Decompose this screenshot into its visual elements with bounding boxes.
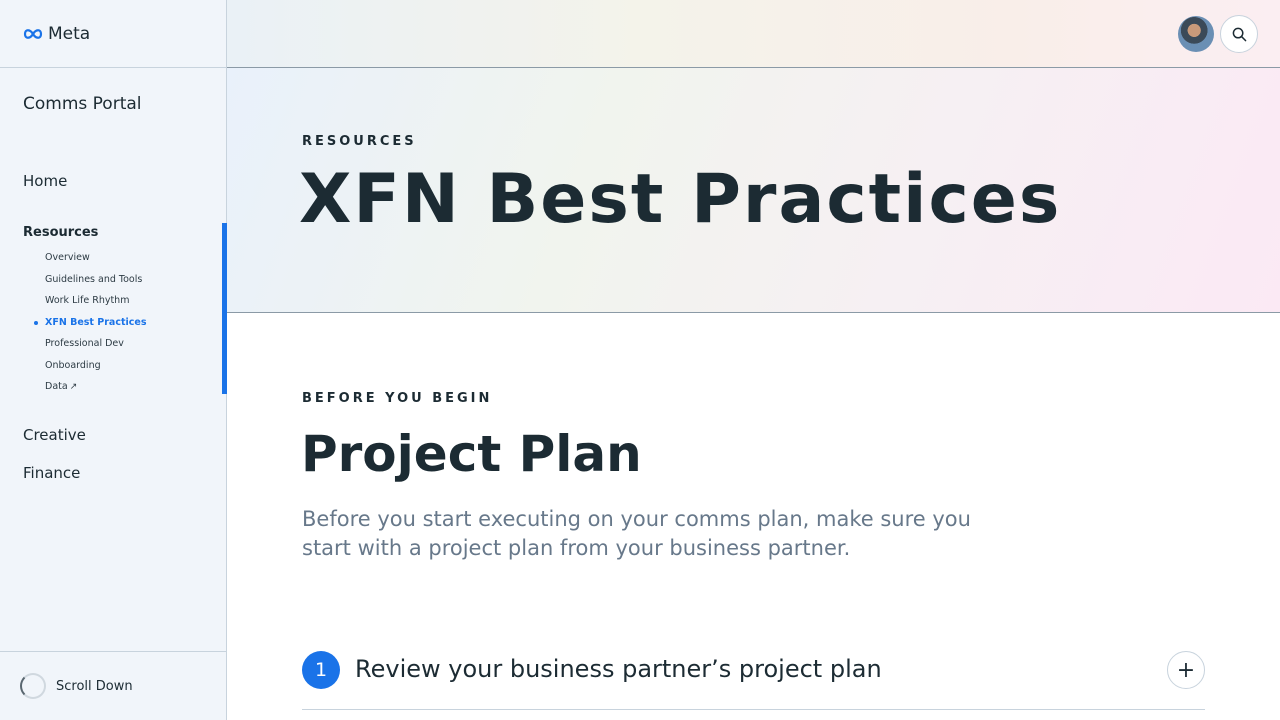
step-title[interactable]: Review your business partner’s project p…	[355, 655, 882, 683]
sidebar: Meta Comms Portal Home Resources Overvie…	[0, 0, 227, 720]
sub-item-xfn-best-practices[interactable]: XFN Best Practices	[33, 316, 146, 338]
logo-row: Meta	[0, 0, 226, 68]
top-bar	[227, 0, 1280, 68]
meta-infinity-icon	[23, 28, 43, 39]
sub-item-professional-dev[interactable]: Professional Dev	[45, 337, 146, 359]
resources-submenu: Overview Guidelines and Tools Work Life …	[33, 251, 146, 402]
sub-item-guidelines-and-tools[interactable]: Guidelines and Tools	[45, 273, 146, 295]
portal-title[interactable]: Comms Portal	[23, 94, 142, 114]
nav-creative[interactable]: Creative	[23, 426, 86, 444]
search-button[interactable]	[1220, 15, 1258, 53]
hero-eyebrow: RESOURCES	[302, 134, 417, 149]
logo-text: Meta	[48, 23, 91, 44]
expand-plus-icon[interactable]: +	[1167, 651, 1205, 689]
nav-resources[interactable]: Resources	[23, 225, 98, 240]
meta-logo[interactable]: Meta	[22, 24, 90, 44]
sub-item-data[interactable]: Data ↗	[45, 380, 146, 402]
scroll-down-control[interactable]: Scroll Down	[0, 651, 226, 720]
external-arrow-icon: ↗	[69, 382, 78, 392]
section-description: Before you start executing on your comms…	[302, 507, 971, 560]
user-avatar[interactable]	[1178, 16, 1214, 52]
scroll-progress-icon	[20, 673, 46, 699]
scroll-down-label: Scroll Down	[56, 678, 133, 694]
sub-item-work-life-rhythm[interactable]: Work Life Rhythm	[45, 294, 146, 316]
section-eyebrow: BEFORE YOU BEGIN	[302, 391, 493, 406]
sub-item-onboarding[interactable]: Onboarding	[45, 359, 146, 381]
page-title: XFN Best Practices	[299, 160, 1062, 239]
section-title: Project Plan	[301, 425, 642, 483]
sub-item-overview[interactable]: Overview	[45, 251, 146, 273]
nav-finance[interactable]: Finance	[23, 464, 80, 482]
main-content: BEFORE YOU BEGIN Project Plan Before you…	[227, 313, 1280, 720]
sub-item-data-label: Data	[45, 381, 68, 392]
hero-banner: RESOURCES XFN Best Practices	[227, 68, 1280, 313]
nav-home[interactable]: Home	[23, 172, 67, 190]
search-icon	[1232, 27, 1246, 41]
step-number-badge: 1	[302, 651, 340, 689]
accordion-step-1[interactable]: 1 Review your business partner’s project…	[302, 649, 1205, 710]
